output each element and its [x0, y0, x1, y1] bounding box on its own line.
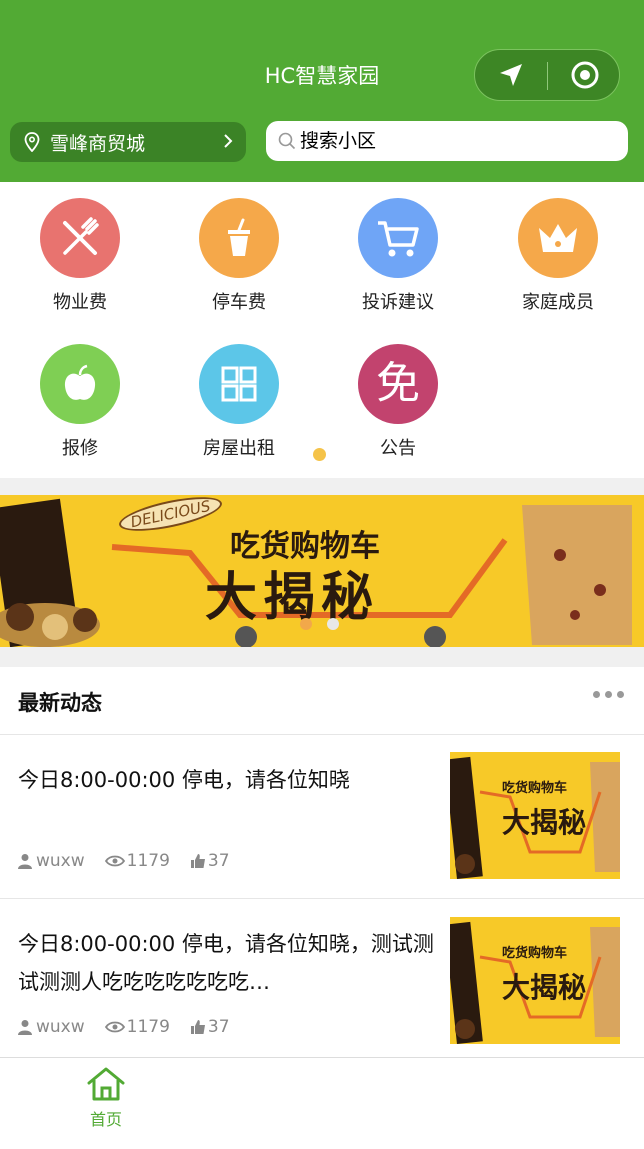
menu-item-property-fee[interactable]: 物业费 — [0, 198, 160, 314]
views: 1179 — [104, 1017, 170, 1037]
search-box[interactable] — [266, 121, 628, 161]
likes: 37 — [190, 851, 230, 871]
news-meta: wuxw 1179 37 — [18, 851, 250, 871]
user-icon — [18, 854, 32, 869]
menu-page-indicator[interactable] — [313, 448, 326, 461]
news-section-header: 最新动态 — [0, 667, 644, 735]
target-circle-icon[interactable] — [549, 50, 621, 100]
news-title: 今日8:00-00:00 停电，请各位知晓 — [18, 768, 350, 792]
author: wuxw — [18, 1017, 85, 1037]
fork-knife-icon — [40, 198, 120, 278]
menu-label: 房屋出租 — [203, 438, 275, 459]
menu-item-parking-fee[interactable]: 停车费 — [159, 198, 319, 314]
header-bar: HC智慧家园 雪峰商贸城 — [0, 0, 644, 182]
banner-dot[interactable] — [327, 618, 339, 630]
tab-home[interactable]: 首页 — [66, 1066, 146, 1130]
eye-icon — [104, 1021, 125, 1033]
chevron-right-icon — [222, 131, 234, 156]
thumbs-up-icon — [190, 854, 205, 868]
location-pin-icon — [24, 132, 40, 152]
menu-label: 停车费 — [212, 292, 266, 313]
cup-icon — [199, 198, 279, 278]
thumbs-up-icon — [190, 1020, 205, 1034]
menu-item-family-members[interactable]: 家庭成员 — [478, 198, 638, 314]
news-title: 今日8:00-00:00 停电，请各位知晓，测试测试测测人吃吃吃吃吃吃吃… — [18, 932, 434, 994]
search-input[interactable] — [300, 130, 600, 152]
crown-icon — [518, 198, 598, 278]
mini-program-capsule — [474, 49, 620, 101]
menu-label: 家庭成员 — [522, 292, 594, 313]
search-icon — [278, 132, 296, 150]
grid-icon — [199, 344, 279, 424]
eye-icon — [104, 855, 125, 867]
navigation-arrow-icon[interactable] — [475, 50, 547, 100]
news-thumbnail: 吃货购物车 大揭秘 — [450, 752, 620, 879]
menu-label: 报修 — [62, 438, 98, 459]
location-name: 雪峰商贸城 — [50, 132, 146, 155]
promo-banner[interactable]: DELICIOUS 吃货购物车 大揭秘 — [0, 495, 644, 647]
user-icon — [18, 1020, 32, 1035]
views: 1179 — [104, 851, 170, 871]
menu-item-house-rental[interactable]: 房屋出租 — [159, 344, 319, 460]
likes: 37 — [190, 1017, 230, 1037]
menu-label: 投诉建议 — [362, 292, 434, 313]
news-thumbnail: 吃货购物车 大揭秘 — [450, 917, 620, 1044]
news-heading: 最新动态 — [18, 691, 102, 715]
svg-text:吃货购物车: 吃货购物车 — [502, 945, 567, 961]
capsule-divider — [547, 62, 548, 90]
news-item[interactable]: 今日8:00-00:00 停电，请各位知晓，测试测试测测人吃吃吃吃吃吃吃… wu… — [0, 899, 644, 1059]
menu-label: 公告 — [380, 438, 416, 459]
menu-item-complaint[interactable]: 投诉建议 — [318, 198, 478, 314]
svg-text:大揭秘: 大揭秘 — [502, 806, 586, 839]
svg-text:吃货购物车: 吃货购物车 — [502, 780, 567, 796]
free-badge-icon: 免 — [358, 344, 438, 424]
banner-dot-active[interactable] — [300, 618, 312, 630]
apple-icon — [40, 344, 120, 424]
news-meta: wuxw 1179 37 — [18, 1017, 250, 1037]
service-menu-panel: 物业费 停车费 投诉建议 家庭成员 报修 房屋出租 免 公告 — [0, 182, 644, 478]
more-dots-icon[interactable] — [593, 691, 624, 698]
news-item[interactable]: 今日8:00-00:00 停电，请各位知晓 wuxw 1179 37 吃货购物车… — [0, 735, 644, 899]
location-selector[interactable]: 雪峰商贸城 — [10, 122, 246, 162]
home-icon — [87, 1067, 125, 1101]
menu-item-announcement[interactable]: 免 公告 — [318, 344, 478, 460]
menu-item-repair[interactable]: 报修 — [0, 344, 160, 460]
svg-text:大揭秘: 大揭秘 — [502, 971, 586, 1004]
author: wuxw — [18, 851, 85, 871]
tab-home-label: 首页 — [89, 1110, 122, 1129]
banner-title: 大揭秘 — [205, 568, 380, 628]
menu-label: 物业费 — [53, 292, 107, 313]
cart-icon — [358, 198, 438, 278]
bottom-tab-bar: 首页 — [0, 1057, 644, 1149]
